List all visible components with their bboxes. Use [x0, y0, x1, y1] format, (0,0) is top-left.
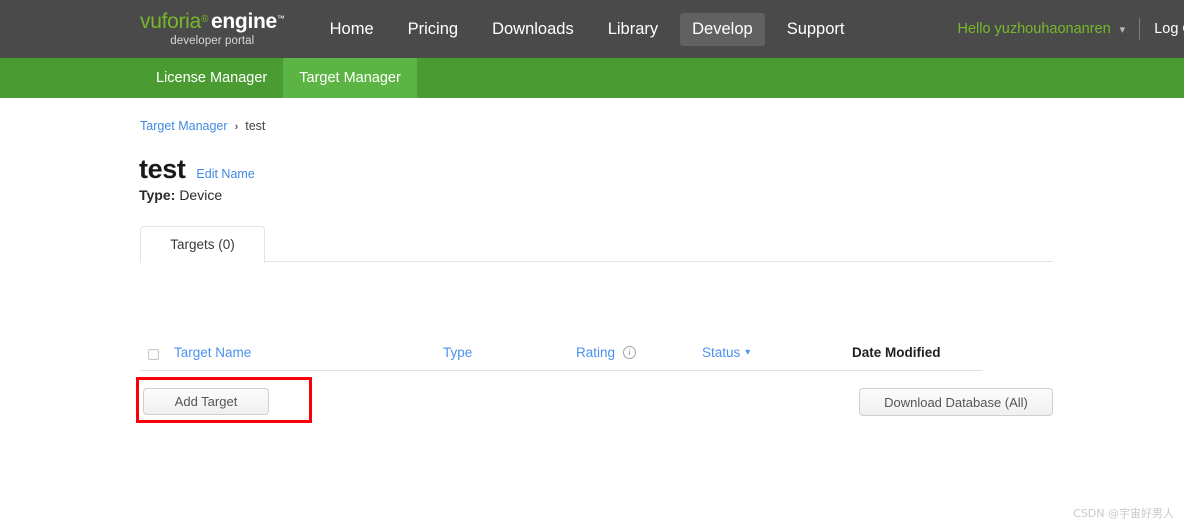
nav-item-downloads[interactable]: Downloads — [480, 13, 586, 46]
database-type-row: Type: Device — [139, 187, 222, 203]
breadcrumb: Target Manager › test — [140, 119, 265, 133]
tab-targets[interactable]: Targets (0) — [140, 226, 265, 263]
column-header-rating-label: Rating — [576, 344, 616, 360]
chevron-down-icon[interactable]: ▾ — [1120, 23, 1126, 36]
log-out-button[interactable]: Log Out — [1154, 21, 1184, 37]
column-header-date-modified: Date Modified — [852, 344, 941, 360]
secondary-nav-items: License Manager Target Manager — [140, 58, 417, 98]
vuforia-engine-logo[interactable]: vuforia® engine™ developer portal — [140, 11, 285, 48]
user-account-menu: Hello yuzhouhaonanren ▾ Log Out — [957, 18, 1184, 40]
nav-item-pricing[interactable]: Pricing — [396, 13, 470, 46]
top-navigation-bar: vuforia® engine™ developer portal Home Pr… — [0, 0, 1184, 58]
secondary-navigation-bar: License Manager Target Manager — [0, 58, 1184, 98]
info-icon[interactable]: i — [623, 345, 637, 359]
targets-table-header: Target Name Type Rating i Status ▾ Date … — [140, 341, 983, 371]
select-all-checkbox-cell — [148, 343, 159, 365]
trademark-icon: ™ — [276, 13, 285, 23]
watermark-text: CSDN @宇宙好男人 — [1073, 507, 1174, 520]
subnav-item-target-manager[interactable]: Target Manager — [283, 58, 417, 98]
edit-name-link[interactable]: Edit Name — [196, 167, 254, 181]
nav-item-support[interactable]: Support — [775, 13, 857, 46]
logo-wordmark: vuforia® engine™ — [140, 11, 285, 32]
subnav-item-license-manager[interactable]: License Manager — [140, 58, 283, 98]
logo-product-text: engine — [211, 9, 277, 33]
select-all-checkbox[interactable] — [148, 348, 159, 360]
main-nav-items: Home Pricing Downloads Library Develop S… — [313, 0, 862, 58]
user-greeting-label[interactable]: Hello yuzhouhaonanren — [957, 21, 1110, 37]
breadcrumb-link-target-manager[interactable]: Target Manager — [140, 119, 228, 133]
nav-divider — [1139, 18, 1141, 40]
nav-item-library[interactable]: Library — [596, 13, 670, 46]
column-header-status[interactable]: Status ▾ — [702, 341, 750, 363]
database-type-label: Type: — [139, 187, 176, 203]
nav-item-home[interactable]: Home — [318, 13, 386, 46]
chevron-down-icon[interactable]: ▾ — [745, 347, 750, 358]
column-header-target-name[interactable]: Target Name — [174, 341, 251, 363]
download-database-button[interactable]: Download Database (All) — [859, 388, 1053, 416]
page-title: test — [139, 154, 186, 184]
database-type-value: Device — [179, 187, 223, 203]
registered-mark-icon: ® — [200, 13, 209, 25]
breadcrumb-current: test — [245, 119, 266, 133]
logo-tagline: developer portal — [170, 34, 255, 47]
logo-brand-text: vuforia — [140, 9, 201, 33]
page-title-row: test Edit Name — [139, 154, 255, 185]
nav-item-develop[interactable]: Develop — [680, 12, 765, 46]
breadcrumb-separator-icon: › — [234, 121, 239, 133]
column-header-type[interactable]: Type — [443, 341, 472, 363]
column-header-status-label: Status — [702, 344, 741, 360]
content-tab-bar: Targets (0) — [140, 226, 1053, 263]
add-target-button[interactable]: Add Target — [143, 388, 269, 415]
column-header-rating[interactable]: Rating i — [576, 341, 637, 363]
